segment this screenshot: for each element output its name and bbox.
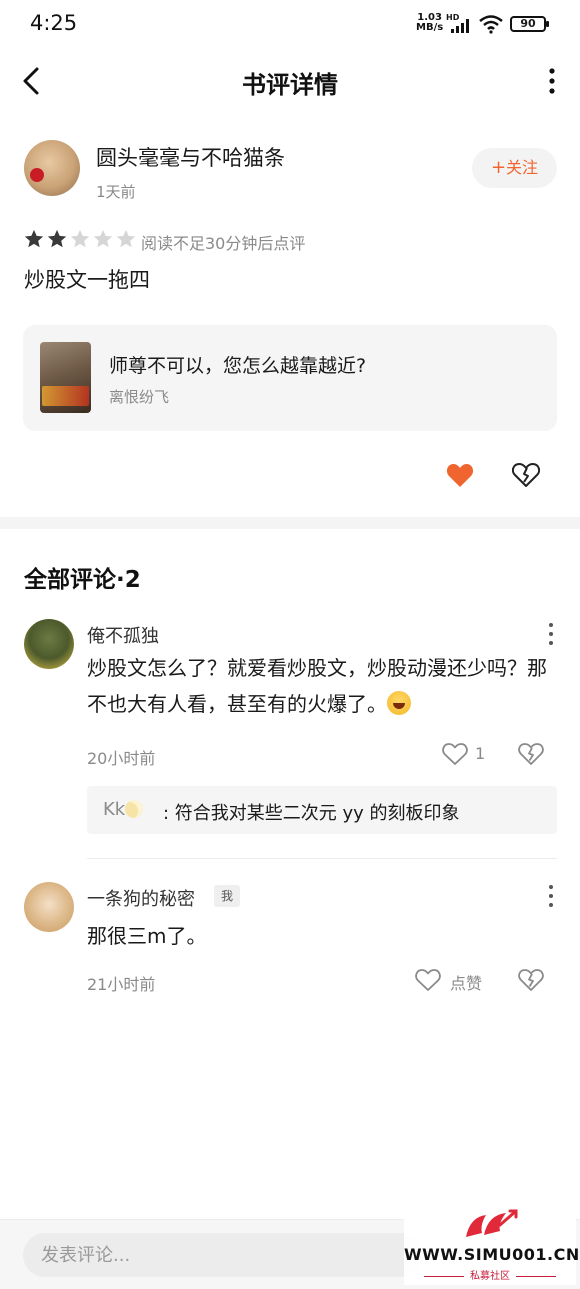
- watermark-site: WWW.SIMU001.CN: [404, 1245, 580, 1264]
- comment-like-heart-icon[interactable]: [415, 968, 441, 992]
- watermark: WWW.SIMU001.CN 私募社区: [404, 1205, 580, 1285]
- commenter-avatar[interactable]: [24, 882, 74, 932]
- more-options-icon[interactable]: [546, 67, 558, 95]
- comment-input[interactable]: [23, 1233, 423, 1277]
- review-posted-time: 1天前: [96, 183, 136, 201]
- comment-text: 那很三m了。: [87, 924, 207, 948]
- comment-text: 炒股文怎么了？就爱看炒股文，炒股动漫还少吗？那不也大有人看，甚至有的火爆了。: [87, 656, 547, 716]
- comment-divider: [87, 858, 557, 859]
- wifi-icon: [479, 15, 503, 34]
- star-empty-icon: [116, 229, 136, 248]
- star-empty-icon: [93, 229, 113, 248]
- comment-like-label[interactable]: 点赞: [450, 970, 482, 994]
- comment-time: 20小时前: [87, 749, 156, 768]
- book-title: 师尊不可以，您怎么越靠越近?: [109, 355, 367, 377]
- section-divider: [0, 517, 580, 529]
- like-heart-icon[interactable]: [446, 462, 474, 488]
- moon-emoji-icon: [125, 800, 144, 818]
- comment-like-heart-icon[interactable]: [442, 742, 468, 766]
- reply-text: : 符合我对某些二次元 yy 的刻板印象: [163, 803, 460, 824]
- book-cover-image: [40, 342, 91, 413]
- commenter-name[interactable]: 俺不孤独: [87, 622, 159, 648]
- comments-header: 全部评论·2: [24, 567, 141, 593]
- dislike-broken-heart-icon[interactable]: [512, 461, 540, 489]
- laughing-crying-emoji-icon: [387, 691, 411, 715]
- reply-user: Kk: [103, 799, 144, 820]
- star-rating: [23, 228, 138, 252]
- commenter-name[interactable]: 一条狗的秘密: [87, 885, 195, 911]
- battery-indicator: 90: [510, 16, 549, 32]
- reply-preview[interactable]: Kk : 符合我对某些二次元 yy 的刻板印象: [87, 786, 557, 834]
- comment-more-icon[interactable]: [545, 884, 557, 908]
- rating-note: 阅读不足30分钟后点评: [141, 234, 306, 253]
- commenter-avatar[interactable]: [24, 619, 74, 669]
- star-filled-icon: [47, 229, 67, 248]
- comment-like-count: 1: [475, 744, 486, 763]
- status-bar: 4:25 1.03 MB/s HD 90: [0, 0, 580, 48]
- book-card[interactable]: 师尊不可以，您怎么越靠越近? 离恨纷飞: [23, 325, 557, 431]
- review-text: 炒股文一拖四: [24, 268, 150, 292]
- page-title: 书评详情: [242, 71, 338, 99]
- status-time: 4:25: [30, 11, 78, 35]
- network-speed: 1.03 MB/s: [416, 12, 444, 33]
- author-avatar[interactable]: [24, 140, 80, 196]
- book-author: 离恨纷飞: [109, 388, 170, 406]
- signal-icon: [451, 19, 469, 33]
- self-badge: 我: [214, 885, 240, 907]
- watermark-logo-icon: [466, 1209, 518, 1237]
- star-filled-icon: [24, 229, 44, 248]
- comment-dislike-icon[interactable]: [518, 967, 544, 993]
- author-name[interactable]: 圆头毫毫与不哈猫条: [96, 142, 285, 172]
- rose-decoration: [30, 168, 44, 182]
- star-empty-icon: [70, 229, 90, 248]
- title-bar: 书评详情: [0, 55, 580, 107]
- comment-dislike-icon[interactable]: [518, 741, 544, 767]
- comment-time: 21小时前: [87, 975, 156, 994]
- follow-button[interactable]: +关注: [472, 148, 557, 188]
- plus-icon: +: [490, 157, 507, 178]
- watermark-subtitle: 私募社区: [404, 1267, 576, 1282]
- comment-more-icon[interactable]: [545, 622, 557, 646]
